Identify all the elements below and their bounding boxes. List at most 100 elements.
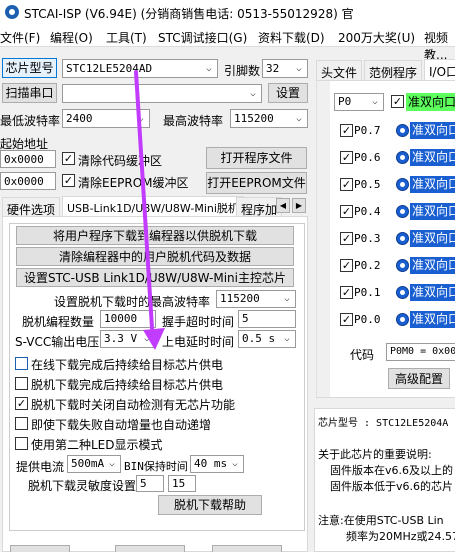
download-to-programmer-button[interactable]: 将用户程序下载到编程器以供脱机下载 [16, 226, 294, 245]
pin-mode-radio[interactable] [396, 313, 409, 326]
vcc-select[interactable]: 3.3 V ⌵ [100, 330, 156, 348]
settings-button[interactable]: 设置 [268, 83, 308, 103]
open-eeprom-file-button[interactable]: 打开EEPROM文件 [206, 172, 307, 194]
info-chip-model: 芯片型号 : STC12LE5204A [318, 418, 449, 429]
count-field[interactable]: 10000 [100, 310, 156, 328]
pin-mode-radio[interactable] [396, 151, 409, 164]
pin-mode-label: 准双向口 [410, 230, 455, 247]
min-baud-label: 最低波特率 [0, 114, 61, 128]
pin-checkbox[interactable]: ✓ [340, 124, 353, 137]
opt-offline-power-label: 脱机下载完成后持续给目标芯片供电 [31, 378, 224, 392]
bottom-button-2[interactable] [115, 545, 185, 552]
bottom-button-3[interactable] [212, 545, 282, 552]
menu-bar: 文件(F) 编程(O) 工具(T) STC调试接口(G) 资料下载(D) 200… [0, 25, 455, 62]
pin-label: P0.6 [354, 151, 381, 164]
bin-hold-select[interactable]: 40 ms ⌵ [190, 455, 244, 473]
current-select[interactable]: 500mA ⌵ [67, 455, 121, 473]
opt-led-mode-checkbox[interactable] [15, 437, 28, 450]
menu-file[interactable]: 文件(F) [0, 29, 40, 46]
chip-model-value: STC12LE5204AD [66, 62, 153, 75]
chevron-down-icon: ⌵ [104, 456, 120, 472]
sensitivity-field-2[interactable]: 15 [168, 475, 196, 492]
menu-video[interactable]: 视频教... [424, 29, 455, 63]
set-master-chip-button[interactable]: 设置STC-USB Link1D/U8W/U8W-Mini主控芯片 [16, 268, 294, 287]
menu-download[interactable]: 资料下载(D) [258, 29, 325, 46]
clear-code-label: 清除代码缓冲区 [78, 154, 163, 168]
clear-eeprom-checkbox[interactable]: ✓ [62, 174, 75, 187]
clear-code-checkbox[interactable]: ✓ [62, 152, 75, 165]
opt-auto-increment-checkbox[interactable] [15, 417, 28, 430]
pin-checkbox[interactable]: ✓ [340, 232, 353, 245]
handshake-field[interactable]: 5 [238, 310, 296, 328]
min-baud-select[interactable]: 2400 ⌵ [62, 109, 150, 128]
sensitivity-label: 脱机下载灵敏度设置 [28, 479, 137, 493]
pin-mode-radio[interactable] [396, 232, 409, 245]
pin-checkbox[interactable]: ✓ [340, 205, 353, 218]
tab-io-config[interactable]: I/O口 [424, 59, 455, 81]
power-delay-select[interactable]: 0.5 s ⌵ [238, 330, 296, 348]
pin-count-select[interactable]: 32 ⌵ [262, 59, 308, 78]
pin-mode-radio[interactable] [396, 124, 409, 137]
code-label: 代码 [350, 348, 375, 362]
pin-mode-label: 准双向口 [410, 257, 455, 274]
pin-checkbox[interactable]: ✓ [340, 313, 353, 326]
handshake-label: 握手超时时间 [162, 315, 235, 329]
port-all-checkbox[interactable]: ✓ [391, 95, 404, 108]
clear-eeprom-label: 清除EEPROM缓冲区 [78, 176, 189, 190]
offline-max-baud-select[interactable]: 115200 ⌵ [216, 290, 296, 308]
opt-online-power-checkbox[interactable] [15, 357, 28, 370]
eeprom-start-addr-field[interactable]: 0x0000 [0, 172, 56, 190]
tab-example-program[interactable]: 范例程序 [364, 60, 423, 80]
pin-mode-radio[interactable] [396, 205, 409, 218]
menu-tools[interactable]: 工具(T) [106, 29, 147, 46]
chevron-down-icon: ⌵ [279, 291, 295, 307]
tab-scroll-left-icon[interactable]: ◀ [276, 198, 290, 213]
pin-mode-label: 准双向口 [410, 122, 455, 139]
code-field[interactable]: P0M0 = 0x00 [386, 343, 455, 361]
count-label: 脱机编程数量 [22, 315, 95, 329]
port-group-select[interactable]: P0 ⌵ [334, 93, 384, 111]
tab-scroll-right-icon[interactable]: ▶ [292, 198, 306, 213]
chip-model-button[interactable]: 芯片型号 [2, 58, 57, 78]
offline-help-button[interactable]: 脱机下载帮助 [158, 495, 262, 515]
info-frequency: 频率为20MHz或24.57 [346, 530, 455, 543]
tab-offline[interactable]: USB-Link1D/U8W/U8W-Mini脱机 [62, 196, 244, 217]
scan-port-button[interactable]: 扫描串口 [2, 83, 57, 103]
pin-mode-radio[interactable] [396, 286, 409, 299]
opt-offline-power-checkbox[interactable] [15, 377, 28, 390]
pin-checkbox[interactable]: ✓ [340, 286, 353, 299]
pin-label: P0.4 [354, 205, 381, 218]
max-baud-label: 最高波特率 [163, 114, 224, 128]
max-baud-select[interactable]: 115200 ⌵ [230, 109, 308, 128]
tab-hardware-options[interactable]: 硬件选项 [2, 197, 61, 217]
chip-model-select[interactable]: STC12LE5204AD ⌵ [62, 59, 218, 78]
chevron-down-icon: ⌵ [227, 456, 243, 472]
info-firmware-1: 固件版本在v6.6及以上的 [330, 464, 454, 477]
io-scrollbar[interactable] [316, 81, 330, 397]
advanced-config-button[interactable]: 高级配置 [388, 368, 450, 389]
pin-label: P0.2 [354, 259, 381, 272]
opt-disable-detect-checkbox[interactable]: ✓ [15, 397, 28, 410]
chevron-down-icon: ⌵ [279, 331, 295, 347]
sensitivity-field-1[interactable]: 5 [136, 475, 164, 492]
pin-mode-radio[interactable] [396, 259, 409, 272]
chevron-down-icon: ⌵ [245, 85, 261, 102]
chevron-down-icon: ⌵ [201, 60, 217, 77]
open-program-file-button[interactable]: 打开程序文件 [206, 147, 307, 169]
bin-hold-value: 40 ms [194, 457, 228, 470]
opt-led-mode-label: 使用第二种LED显示模式 [31, 438, 163, 452]
pin-checkbox[interactable]: ✓ [340, 178, 353, 191]
menu-program[interactable]: 编程(O) [50, 29, 93, 46]
pin-mode-label: 准双向口 [410, 176, 455, 193]
vcc-value: 3.3 V [104, 332, 138, 345]
tab-header-file[interactable]: 头文件 [316, 60, 363, 80]
code-start-addr-field[interactable]: 0x0000 [0, 150, 56, 168]
port-select[interactable]: ⌵ [62, 84, 262, 103]
pin-checkbox[interactable]: ✓ [340, 151, 353, 164]
pin-mode-radio[interactable] [396, 178, 409, 191]
menu-prize[interactable]: 200万大奖(U) [338, 29, 415, 46]
pin-checkbox[interactable]: ✓ [340, 259, 353, 272]
clear-offline-code-button[interactable]: 清除编程器中的用户脱机代码及数据 [16, 247, 294, 266]
bottom-button-1[interactable] [10, 545, 70, 552]
menu-debug[interactable]: STC调试接口(G) [158, 29, 247, 46]
